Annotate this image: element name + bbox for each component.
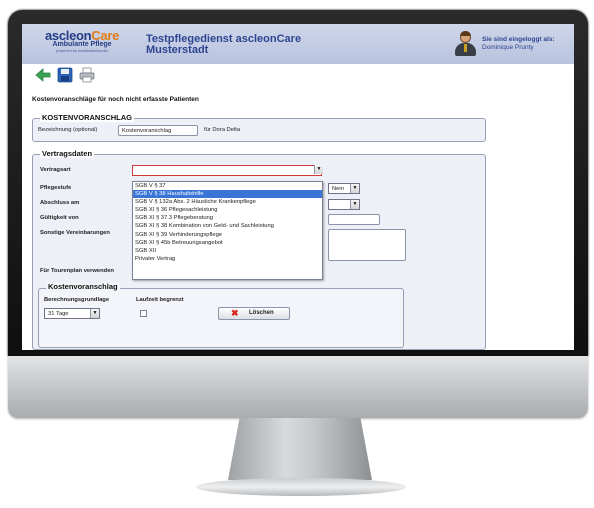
abschluss-label: Abschluss am: [40, 200, 80, 206]
login-label: Sie sind eingeloggt als:: [482, 36, 555, 43]
kostenvoranschlag-legend: Kostenvoranschlag: [46, 282, 120, 291]
dropdown-option-highlighted[interactable]: SGB V § 38 Haushaltshilfe: [133, 190, 322, 199]
dropdown-option[interactable]: SGB XI § 38 Kombination von Geld- und Sa…: [133, 222, 322, 230]
vertragsart-dropdown-list[interactable]: SGB V § 37 SGB V § 38 Haushaltshilfe SGB…: [132, 181, 323, 280]
tage-value: 31 Tage: [48, 311, 69, 317]
sonstige-textarea[interactable]: [328, 229, 406, 261]
chevron-down-icon: ▼: [314, 165, 323, 174]
user-avatar-icon: [454, 31, 476, 56]
bezeichnung-input[interactable]: Kostenvoranschlag: [118, 125, 198, 136]
dropdown-option[interactable]: SGB V § 132a Abs. 2 Häusliche Krankenpfl…: [133, 198, 322, 206]
pflegestufe-label: Pflegestufe: [40, 185, 72, 191]
chevron-down-icon: ▼: [350, 184, 359, 193]
dropdown-option[interactable]: SGB V § 37: [133, 182, 322, 190]
gueltigkeit-label: Gültigkeit von: [40, 215, 79, 221]
app-header: ascleonCare Ambulante Pflege powered by …: [22, 24, 574, 64]
ascleon-logo[interactable]: ascleonCare Ambulante Pflege powered by …: [34, 28, 130, 60]
back-arrow-icon[interactable]: [34, 66, 52, 84]
abschluss-select[interactable]: ▼: [328, 199, 360, 210]
monitor-chin: [8, 356, 588, 418]
sonstige-label: Sonstige Vereinbarungen: [40, 230, 110, 236]
logo-tagline: powered by medicalnetworks: [56, 48, 108, 53]
gueltigkeit-input[interactable]: [328, 214, 380, 225]
vertragsart-label: Vertragsart: [40, 167, 71, 173]
vertragsart-select[interactable]: [132, 165, 322, 176]
patient-name-text: für Dora Delta: [204, 127, 241, 133]
delete-x-icon: ✖: [231, 308, 239, 318]
monitor-stand-foot: [196, 478, 406, 496]
save-disk-icon[interactable]: [56, 66, 74, 84]
dropdown-option[interactable]: SGB XI § 45b Betreuungsangebot: [133, 239, 322, 247]
nein-value: Nein: [332, 186, 344, 192]
dropdown-option[interactable]: SGB XI § 39 Verhinderungspflege: [133, 231, 322, 239]
chevron-down-icon: ▼: [90, 309, 99, 318]
dropdown-option[interactable]: SGB XI § 36 Pflegesachleistung: [133, 206, 322, 214]
service-title: Testpflegedienst ascleonCare Musterstadt: [146, 34, 301, 56]
chevron-down-icon: ▼: [350, 200, 359, 209]
vertrag-legend: Vertragsdaten: [40, 149, 95, 158]
login-user: Dominique Prunty: [482, 44, 534, 51]
delete-label: Löschen: [249, 310, 274, 316]
bezeichnung-label: Bezeichnung (optional): [38, 127, 98, 133]
vertragsart-arrow-box[interactable]: ▼: [313, 165, 323, 176]
tourenplan-label: Für Tourenplan verwenden: [40, 268, 114, 274]
app-screen: ascleonCare Ambulante Pflege powered by …: [22, 24, 574, 350]
laufzeit-checkbox[interactable]: [140, 310, 147, 317]
print-icon[interactable]: [78, 66, 96, 84]
delete-button[interactable]: ✖ Löschen: [218, 307, 290, 320]
page-title: Kostenvoranschläge für noch nicht erfass…: [32, 96, 199, 103]
kv-legend: KOSTENVORANSCHLAG: [40, 113, 135, 122]
laufzeit-label: Laufzeit begrenzt: [136, 297, 184, 303]
dropdown-option[interactable]: Privater Vertrag: [133, 255, 322, 263]
dropdown-option[interactable]: SGB XII: [133, 247, 322, 255]
login-info: Sie sind eingeloggt als: Dominique Prunt…: [482, 36, 555, 52]
berechnungsgrundlage-select[interactable]: 31 Tage ▼: [44, 308, 100, 319]
monitor-stand-neck: [228, 418, 372, 480]
nein-select[interactable]: Nein ▼: [328, 183, 360, 194]
dropdown-option[interactable]: SGB XI § 37.3 Pflegeberatung: [133, 214, 322, 222]
service-city: Musterstadt: [146, 44, 209, 56]
berechnungsgrundlage-label: Berechnungsgrundlage: [44, 297, 110, 303]
